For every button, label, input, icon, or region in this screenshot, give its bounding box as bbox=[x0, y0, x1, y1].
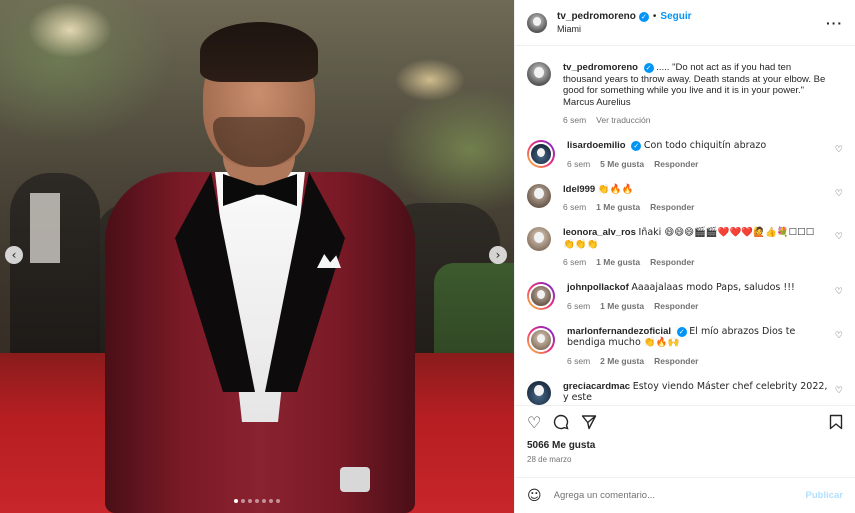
verified-badge-icon: ✓ bbox=[643, 63, 654, 73]
comment-item: ldel999 👏🔥🔥 6 sem 1 Me gusta Responder ♡ bbox=[527, 183, 843, 212]
post-header: tv_pedromoreno ✓ • Seguir Miami ··· bbox=[515, 0, 855, 46]
comment-item: greciacardmac Estoy viendo Máster chef c… bbox=[527, 380, 843, 405]
comment-username[interactable]: johnpollackof bbox=[567, 282, 629, 293]
carousel-dot bbox=[234, 499, 238, 503]
carousel-dots bbox=[0, 499, 514, 503]
comment-username[interactable]: leonora_alv_ros bbox=[563, 227, 636, 238]
caption-attribution: Marcus Aurelius bbox=[563, 96, 631, 108]
emoji-icon[interactable]: ☺ bbox=[527, 488, 542, 504]
post-side-panel: tv_pedromoreno ✓ • Seguir Miami ··· tv_p… bbox=[514, 0, 855, 513]
reply-button[interactable]: Responder bbox=[654, 301, 698, 311]
comment-text: 👏🔥🔥 bbox=[597, 183, 634, 195]
hair bbox=[200, 22, 318, 82]
comment-likes[interactable]: 2 Me gusta bbox=[600, 356, 644, 366]
post-caption: tv_pedromoreno ✓ ..... "Do not act as if… bbox=[527, 62, 843, 125]
comment-likes[interactable]: 1 Me gusta bbox=[596, 202, 640, 212]
verified-badge-icon: ✓ bbox=[631, 141, 642, 151]
comment-likes[interactable]: 1 Me gusta bbox=[600, 301, 644, 311]
post-date[interactable]: 28 de marzo bbox=[527, 455, 843, 464]
verified-badge-icon: ✓ bbox=[676, 326, 687, 337]
share-icon[interactable] bbox=[581, 414, 597, 433]
publish-button[interactable]: Publicar bbox=[806, 490, 844, 501]
more-options-icon[interactable]: ··· bbox=[826, 15, 843, 31]
commenter-avatar[interactable] bbox=[527, 227, 551, 251]
comment-username[interactable]: greciacardmac bbox=[563, 381, 630, 392]
comment-likes[interactable]: 5 Me gusta bbox=[600, 159, 644, 169]
comment-text: Con todo chiquitín abrazo bbox=[643, 140, 767, 151]
comment-item: marlonfernandezoficial ✓ El mío abrazos … bbox=[527, 325, 843, 366]
caption-username[interactable]: tv_pedromoreno bbox=[563, 62, 638, 73]
man-in-tuxedo bbox=[105, 22, 415, 513]
author-username[interactable]: tv_pedromoreno bbox=[557, 11, 636, 22]
author-avatar[interactable] bbox=[527, 12, 547, 33]
reply-button[interactable]: Responder bbox=[650, 202, 694, 212]
comment-heart-icon[interactable]: ♡ bbox=[835, 287, 843, 297]
heart-icon[interactable]: ♡ bbox=[527, 415, 541, 431]
comment-item: lisardoemilio ✓ Con todo chiquitín abraz… bbox=[527, 140, 843, 169]
post-location[interactable]: Miami bbox=[557, 24, 826, 34]
comment-input[interactable] bbox=[553, 490, 806, 501]
commenter-avatar[interactable] bbox=[529, 327, 553, 352]
comment-heart-icon[interactable]: ♡ bbox=[835, 386, 843, 396]
carousel-dot bbox=[262, 499, 266, 503]
comment-text: Aaaajalaas modo Paps, saludos !!! bbox=[631, 282, 795, 293]
comment-time[interactable]: 6 sem bbox=[563, 257, 586, 267]
comment-time[interactable]: 6 sem bbox=[567, 301, 590, 311]
comment-time[interactable]: 6 sem bbox=[567, 159, 590, 169]
carousel-dot bbox=[269, 499, 273, 503]
comment-time[interactable]: 6 sem bbox=[563, 202, 586, 212]
post-photo[interactable]: ‹ › bbox=[0, 0, 514, 513]
comment-time[interactable]: 6 sem bbox=[567, 356, 590, 366]
comment-item: leonora_alv_ros Iñaki 😄😄😄🎬🎬❤️❤️❤️🙋👍💐☐☐☐ … bbox=[527, 227, 843, 267]
caption-author-avatar[interactable] bbox=[527, 62, 551, 86]
reply-button[interactable]: Responder bbox=[654, 356, 698, 366]
comment-heart-icon[interactable]: ♡ bbox=[835, 189, 843, 199]
comment-username[interactable]: ldel999 bbox=[563, 184, 595, 195]
caption-time[interactable]: 6 sem bbox=[563, 115, 586, 125]
story-ring[interactable] bbox=[527, 140, 555, 168]
carousel-dot bbox=[241, 499, 245, 503]
reply-button[interactable]: Responder bbox=[650, 257, 694, 267]
post-actions: ♡ 5066 Me gusta 28 de marzo bbox=[515, 405, 855, 477]
commenter-avatar[interactable] bbox=[529, 284, 553, 308]
comment-item: johnpollackof Aaaajalaas modo Paps, salu… bbox=[527, 282, 843, 311]
carousel-prev-button[interactable]: ‹ bbox=[5, 246, 23, 264]
comments-list[interactable]: tv_pedromoreno ✓ ..... "Do not act as if… bbox=[515, 46, 855, 405]
comment-username[interactable]: lisardoemilio bbox=[567, 140, 626, 151]
comment-icon[interactable] bbox=[553, 414, 569, 433]
follow-button[interactable]: Seguir bbox=[660, 11, 691, 22]
comment-heart-icon[interactable]: ♡ bbox=[835, 232, 843, 242]
carousel-dot bbox=[255, 499, 259, 503]
background-shirt bbox=[30, 193, 60, 263]
story-ring[interactable] bbox=[527, 282, 555, 310]
likes-count[interactable]: 5066 Me gusta bbox=[527, 440, 843, 451]
comment-heart-icon[interactable]: ♡ bbox=[835, 145, 843, 155]
verified-badge-icon: ✓ bbox=[638, 11, 649, 22]
carousel-next-button[interactable]: › bbox=[489, 246, 507, 264]
comment-composer: ☺ Publicar bbox=[515, 477, 855, 513]
comment-username[interactable]: marlonfernandezoficial bbox=[567, 326, 671, 337]
wristwatch bbox=[340, 467, 370, 492]
instagram-post-window: ‹ › tv_pedromoreno ✓ • Seguir Miami ··· bbox=[0, 0, 855, 513]
comment-likes[interactable]: 1 Me gusta bbox=[596, 257, 640, 267]
comment-heart-icon[interactable]: ♡ bbox=[835, 331, 843, 341]
carousel-dot bbox=[276, 499, 280, 503]
commenter-avatar[interactable] bbox=[529, 142, 553, 166]
story-ring[interactable] bbox=[527, 325, 555, 354]
commenter-avatar[interactable] bbox=[527, 380, 551, 405]
dot-separator: • bbox=[652, 11, 657, 22]
commenter-avatar[interactable] bbox=[527, 183, 551, 208]
translate-link[interactable]: Ver traducción bbox=[596, 115, 650, 125]
carousel-dot bbox=[248, 499, 252, 503]
bookmark-icon[interactable] bbox=[829, 414, 843, 433]
reply-button[interactable]: Responder bbox=[654, 159, 698, 169]
